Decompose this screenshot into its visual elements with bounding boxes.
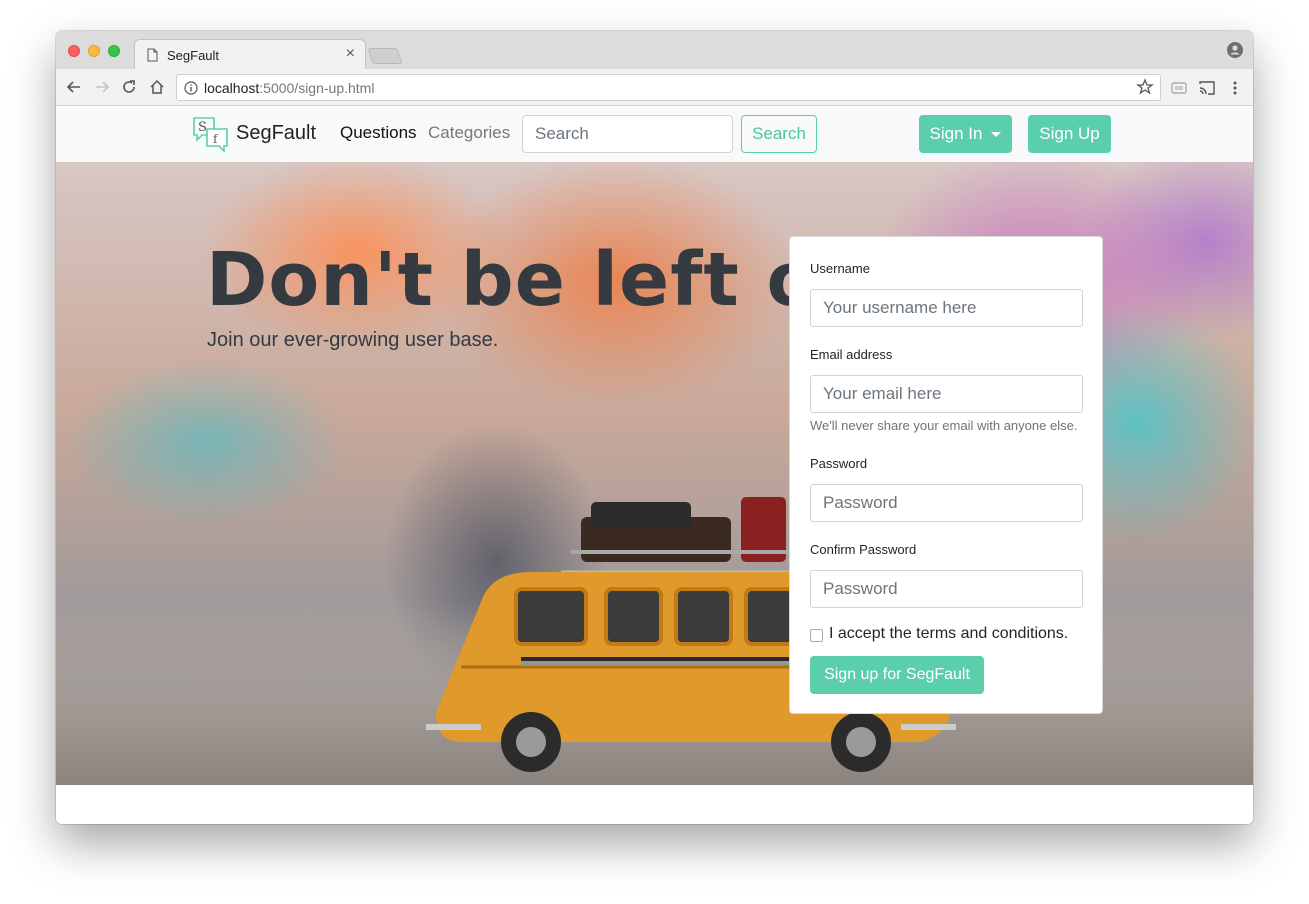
window-controls (68, 45, 120, 57)
nav-link-categories[interactable]: Categories (428, 123, 510, 143)
page-icon (147, 48, 158, 62)
email-help-text: We'll never share your email with anyone… (810, 418, 1078, 433)
tab-title: SegFault (167, 48, 220, 63)
sign-up-button[interactable]: Sign Up (1028, 115, 1111, 153)
new-tab-button[interactable] (367, 48, 403, 64)
close-tab-icon[interactable]: × (346, 45, 355, 63)
profile-icon[interactable] (1227, 42, 1243, 58)
extension-icon[interactable] (1170, 79, 1188, 97)
sign-up-form: Username Email address We'll never share… (789, 236, 1103, 714)
terms-row: I accept the terms and conditions. (810, 625, 1068, 643)
password-field[interactable] (810, 484, 1083, 522)
info-icon[interactable] (184, 81, 198, 95)
url-path: :5000/sign-up.html (259, 80, 375, 96)
brand-link[interactable]: S f SegFault (192, 115, 316, 152)
brand-name: SegFault (236, 122, 317, 144)
username-field[interactable] (810, 289, 1083, 327)
hero-section: Don't be left out! Join our ever-growing… (56, 162, 1253, 785)
web-page: S f SegFault Questions Categories Search… (56, 107, 1253, 824)
sign-up-submit-button[interactable]: Sign up for SegFault (810, 656, 984, 694)
url-host: localhost (204, 80, 260, 96)
tab-strip: SegFault × (56, 31, 1253, 70)
browser-toolbar: localhost:5000/sign-up.html (56, 69, 1253, 106)
cast-icon[interactable] (1198, 79, 1216, 97)
email-label: Email address (810, 347, 893, 362)
back-icon[interactable] (65, 78, 83, 96)
sign-in-label: Sign In (929, 124, 983, 143)
menu-dots-icon[interactable] (1226, 79, 1244, 97)
email-field[interactable] (810, 375, 1083, 413)
maximize-window-button[interactable] (108, 45, 120, 57)
nav-link-questions[interactable]: Questions (340, 123, 417, 143)
search-input[interactable] (522, 115, 733, 153)
svg-text:S: S (198, 120, 207, 135)
bookmark-star-icon[interactable] (1136, 78, 1154, 96)
hero-subtitle: Join our ever-growing user base. (207, 329, 499, 351)
address-bar[interactable]: localhost:5000/sign-up.html (176, 74, 1161, 101)
search-button[interactable]: Search (741, 115, 817, 153)
forward-icon[interactable] (93, 78, 111, 96)
browser-tab[interactable]: SegFault × (134, 39, 366, 70)
segfault-logo-icon: S f (193, 117, 228, 152)
close-window-button[interactable] (68, 45, 80, 57)
username-label: Username (810, 261, 870, 276)
minimize-window-button[interactable] (88, 45, 100, 57)
confirm-password-field[interactable] (810, 570, 1083, 608)
browser-window: SegFault × localhost:5000/sign-up.html S… (56, 31, 1253, 824)
site-navbar: S f SegFault Questions Categories Search… (56, 107, 1253, 162)
caret-down-icon (991, 131, 1002, 137)
home-icon[interactable] (148, 78, 166, 96)
terms-checkbox[interactable] (810, 629, 823, 642)
confirm-password-label: Confirm Password (810, 542, 917, 557)
password-label: Password (810, 456, 868, 471)
sign-in-dropdown-button[interactable]: Sign In (919, 115, 1012, 153)
url-text: localhost:5000/sign-up.html (204, 80, 374, 96)
reload-icon[interactable] (120, 78, 138, 96)
terms-label[interactable]: I accept the terms and conditions. (829, 625, 1068, 643)
